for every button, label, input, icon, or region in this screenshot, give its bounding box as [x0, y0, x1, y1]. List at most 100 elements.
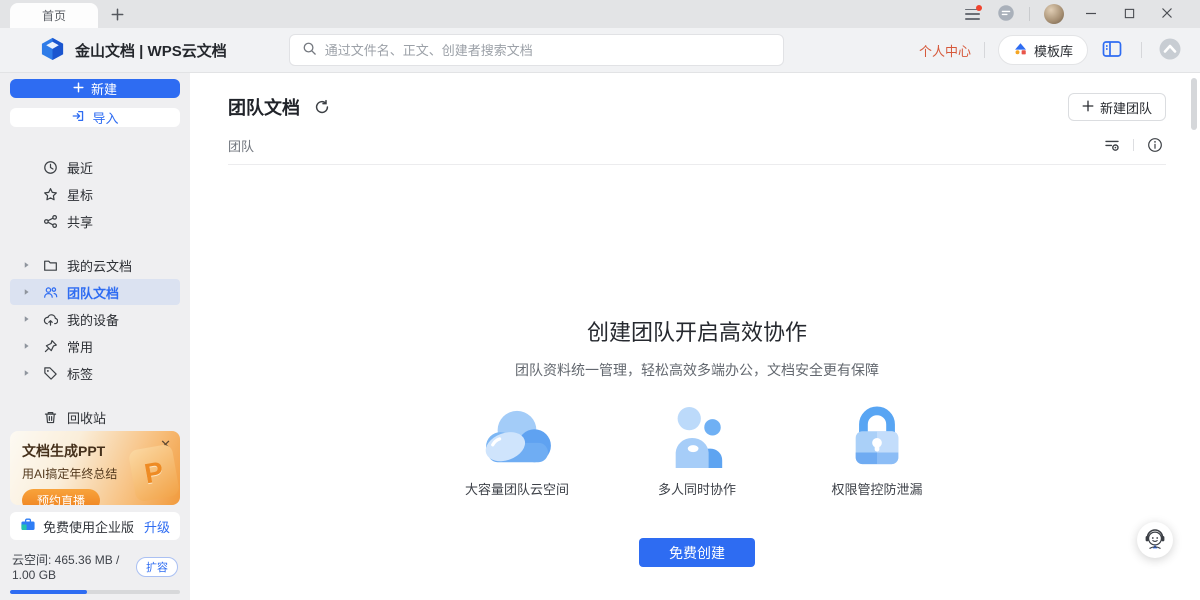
messages-button[interactable]: [989, 2, 1023, 26]
storage-progress-track: [10, 590, 180, 594]
sidebar-item-my-cloud-docs[interactable]: 我的云文档: [10, 252, 180, 278]
scroll-top-button[interactable]: [1155, 35, 1185, 65]
sidebar-item-recycle-bin[interactable]: 回收站: [10, 404, 180, 430]
search-icon: [302, 41, 317, 59]
sidebar-item-tags[interactable]: 标签: [10, 360, 180, 386]
minimize-icon: [1085, 7, 1097, 22]
sidebar-item-label: 我的云文档: [67, 256, 132, 275]
sidebar-item-frequent[interactable]: 常用: [10, 333, 180, 359]
maximize-button[interactable]: [1110, 1, 1148, 27]
sidebar-bottom: 文档生成PPT 用AI搞定年终总结 预约直播 ✕ P 免费使用企业版 升级 云空…: [10, 431, 180, 600]
customer-service-button[interactable]: [1137, 522, 1173, 558]
section-label: 团队: [228, 136, 254, 155]
sidebar-trash-nav: 回收站: [10, 403, 180, 431]
sidebar-item-shared[interactable]: 共享: [10, 208, 180, 234]
header-actions: 个人中心 模板库: [919, 35, 1185, 65]
promo-ad-card[interactable]: 文档生成PPT 用AI搞定年终总结 预约直播 ✕ P: [10, 431, 180, 505]
view-settings-button[interactable]: [1101, 135, 1123, 155]
sidebar-item-starred[interactable]: 星标: [10, 181, 180, 207]
scrollbar-thumb[interactable]: [1191, 78, 1197, 130]
close-button[interactable]: [1148, 1, 1186, 27]
trash-icon: [42, 409, 58, 425]
tab-home-label: 首页: [42, 7, 66, 24]
sidebar-quick-nav: 最近 星标 共享: [10, 153, 180, 235]
new-team-button[interactable]: 新建团队: [1068, 93, 1166, 121]
upgrade-link[interactable]: 升级: [144, 517, 170, 536]
storage-row: 云空间: 465.36 MB / 1.00 GB 扩容: [10, 551, 180, 582]
template-library-button[interactable]: 模板库: [998, 35, 1088, 65]
brand: 金山文档 | WPS云文档: [40, 36, 227, 64]
feature-list: 大容量团队云空间: [461, 404, 933, 498]
sidebar-item-team-docs[interactable]: 团队文档: [10, 279, 180, 305]
app-body: 新建 导入 最近: [0, 72, 1200, 600]
expand-storage-button[interactable]: 扩容: [136, 557, 178, 577]
chevron-right-icon[interactable]: [22, 342, 30, 350]
enterprise-label: 免费使用企业版: [43, 517, 137, 536]
chevron-right-icon[interactable]: [22, 369, 30, 377]
sidebar-tree-nav: 我的云文档 团队文档: [10, 251, 180, 387]
personal-center-link[interactable]: 个人中心: [919, 41, 971, 60]
sidebar-item-label: 团队文档: [67, 283, 119, 302]
feature-cloud-storage: 大容量团队云空间: [461, 404, 573, 498]
empty-state-title: 创建团队开启高效协作: [587, 315, 807, 347]
template-library-icon: [1013, 41, 1028, 59]
app-title: 金山文档 | WPS云文档: [75, 40, 227, 61]
page-title: 团队文档: [228, 94, 300, 120]
team-icon: [42, 284, 58, 300]
notification-dot: [976, 5, 982, 11]
enterprise-upsell-card[interactable]: 免费使用企业版 升级: [10, 512, 180, 540]
feature-label: 大容量团队云空间: [465, 479, 569, 498]
chevron-right-icon[interactable]: [22, 288, 30, 296]
new-tab-button[interactable]: [104, 3, 130, 28]
people-icon: [664, 404, 730, 468]
info-button[interactable]: [1144, 135, 1166, 155]
briefcase-icon: [20, 517, 36, 536]
sidebar-item-label: 最近: [67, 158, 93, 177]
lock-icon: [846, 404, 908, 468]
import-label: 导入: [92, 108, 118, 127]
ad-cta-button[interactable]: 预约直播: [22, 489, 100, 505]
user-avatar[interactable]: [1044, 4, 1064, 24]
device-cloud-icon: [42, 311, 58, 327]
star-icon: [42, 186, 58, 202]
close-icon: [1161, 7, 1173, 22]
search-bar[interactable]: [289, 34, 784, 66]
storage-progress-fill: [10, 590, 87, 594]
feature-permissions: 权限管控防泄漏: [821, 404, 933, 498]
sidebar-item-label: 标签: [67, 364, 93, 383]
tabbar-controls: [955, 0, 1200, 28]
new-document-button[interactable]: 新建: [10, 79, 180, 98]
storage-usage-label: 云空间: 465.36 MB / 1.00 GB: [12, 551, 136, 582]
sidebar-item-label: 常用: [67, 337, 93, 356]
sidebar-item-my-devices[interactable]: 我的设备: [10, 306, 180, 332]
clock-icon: [42, 159, 58, 175]
section-actions: [1101, 135, 1166, 155]
free-create-button[interactable]: 免费创建: [639, 538, 755, 567]
plus-icon: [1082, 100, 1094, 115]
maximize-icon: [1124, 7, 1135, 22]
separator: [1029, 7, 1030, 21]
template-library-label: 模板库: [1034, 41, 1073, 60]
chevron-right-icon[interactable]: [22, 315, 30, 323]
feature-label: 多人同时协作: [658, 479, 736, 498]
ppt-graphic-icon: P: [128, 444, 180, 503]
separator: [1141, 42, 1142, 58]
minimize-button[interactable]: [1072, 1, 1110, 27]
chevron-up-circle-icon: [1158, 37, 1182, 64]
sidebar-item-label: 星标: [67, 185, 93, 204]
main-menu-button[interactable]: [955, 2, 989, 26]
separator: [1133, 139, 1134, 151]
app-logo-icon: [40, 36, 65, 64]
plus-icon: [111, 8, 124, 24]
search-input[interactable]: [325, 43, 771, 58]
import-button[interactable]: 导入: [10, 108, 180, 127]
app-window: 首页: [0, 0, 1200, 600]
sidebar-item-label: 共享: [67, 212, 93, 231]
chevron-right-icon[interactable]: [22, 261, 30, 269]
refresh-button[interactable]: [312, 97, 332, 117]
sidebar-item-recent[interactable]: 最近: [10, 154, 180, 180]
tab-home[interactable]: 首页: [10, 3, 98, 28]
chat-bubble-icon: [997, 4, 1015, 25]
new-team-label: 新建团队: [1100, 98, 1152, 117]
side-panel-button[interactable]: [1096, 35, 1128, 65]
